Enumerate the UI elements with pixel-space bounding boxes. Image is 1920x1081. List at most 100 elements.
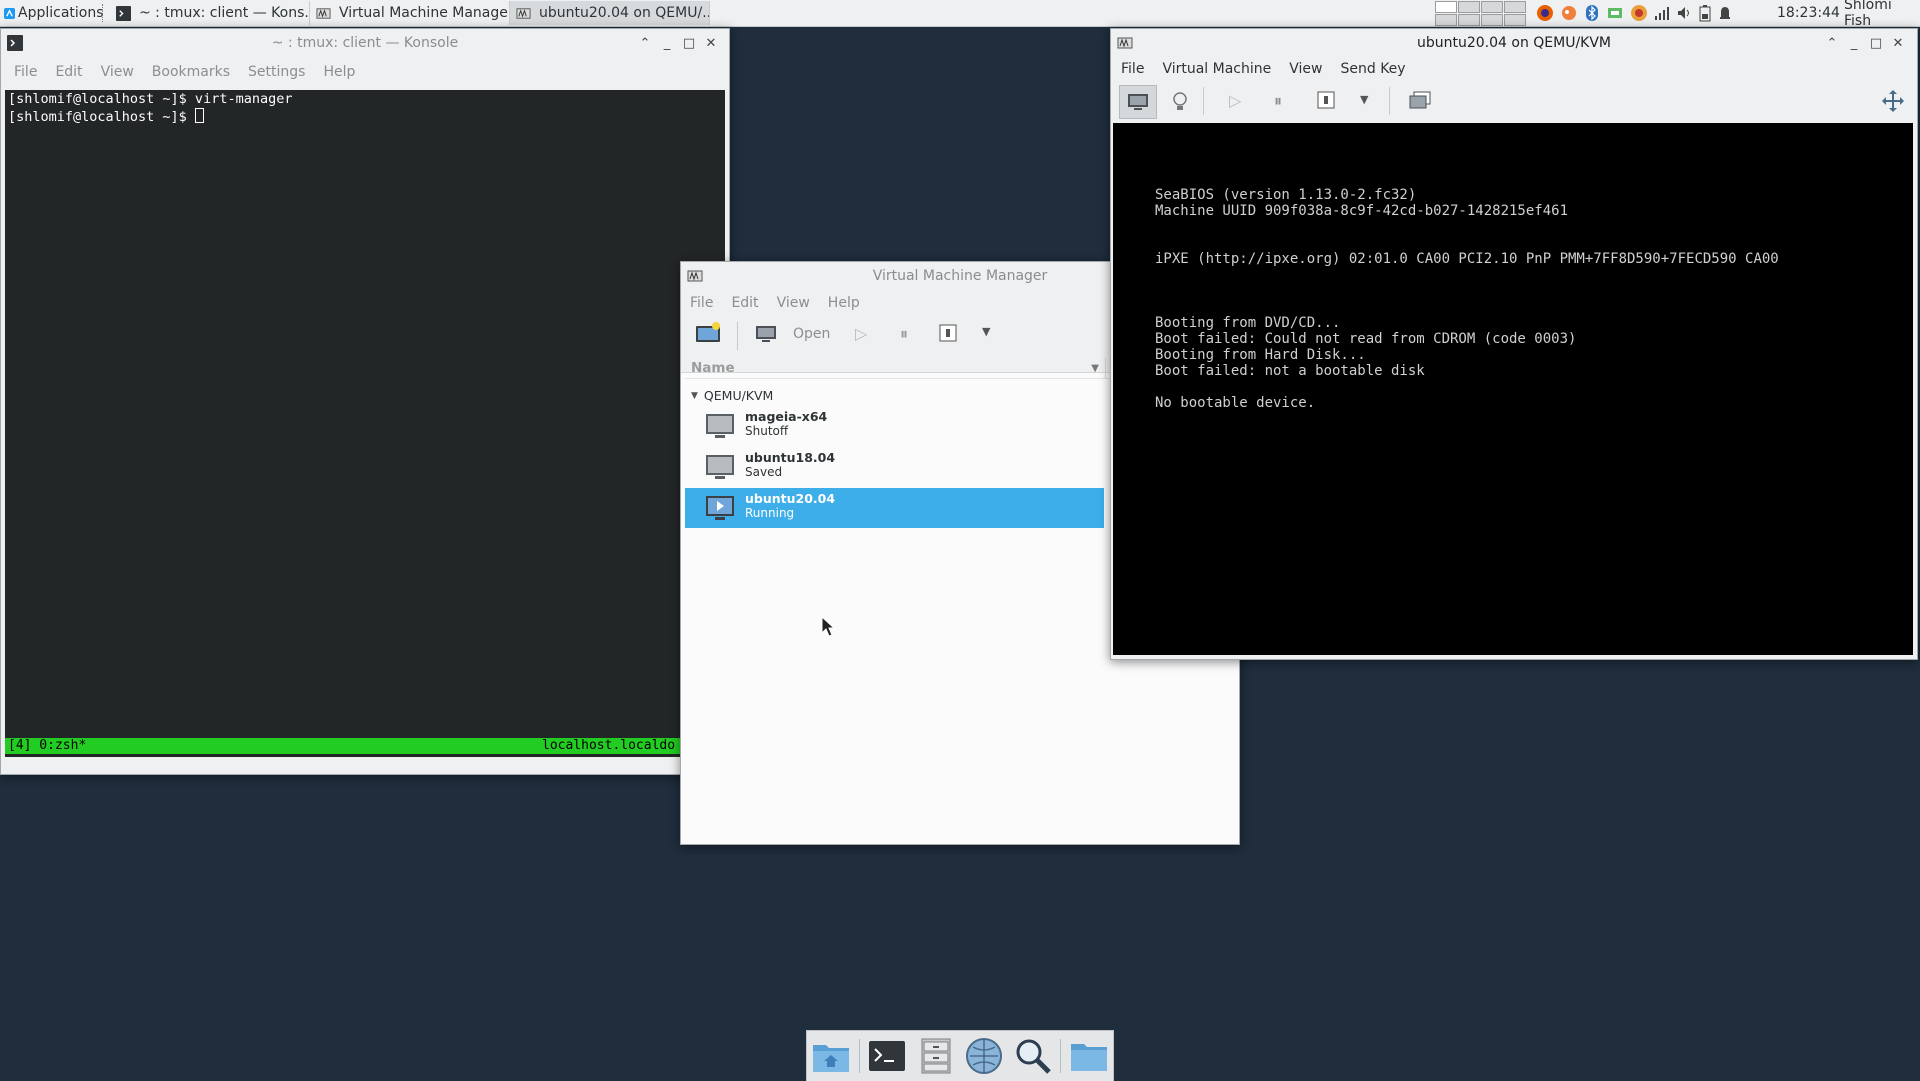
connection-row[interactable]: ▼ QEMU/KVM — [685, 388, 773, 403]
konsole-window-controls: ⌃ _ □ ✕ — [636, 34, 720, 52]
viewer-shutdown-button[interactable] — [1316, 90, 1336, 114]
viewer-menu-send-key[interactable]: Send Key — [1331, 61, 1414, 77]
shutdown-icon — [1317, 91, 1335, 109]
new-vm-button[interactable] — [695, 322, 721, 346]
update-notifier-icon[interactable] — [1630, 4, 1648, 22]
fullscreen-button[interactable] — [1881, 89, 1905, 117]
search-launcher[interactable] — [1012, 1035, 1054, 1077]
vm-name: ubuntu20.04 — [745, 491, 836, 506]
desktop-pager[interactable] — [1434, 0, 1526, 26]
vmm-menu-edit[interactable]: Edit — [722, 295, 767, 311]
task-vm-viewer[interactable]: ubuntu20.04 on QEMU/... — [510, 1, 710, 25]
signal-strength-icon[interactable] — [1654, 4, 1670, 22]
pager-desktop-7[interactable] — [1481, 14, 1503, 26]
task-virt-manager[interactable]: Virtual Machine Manager — [310, 1, 510, 25]
details-view-button[interactable] — [1171, 91, 1189, 117]
console-line: Machine UUID 909f038a-8c9f-42cd-b027-142… — [1155, 203, 1569, 219]
menu-edit[interactable]: Edit — [46, 64, 91, 80]
pause-icon: ⏸ — [1274, 91, 1283, 110]
vm-row-ubuntu18[interactable]: ubuntu18.04 Saved — [685, 447, 1104, 487]
pager-desktop-1[interactable] — [1435, 1, 1457, 13]
firefox-icon[interactable] — [1536, 4, 1554, 22]
viewer-run-button[interactable]: ▷ — [1229, 91, 1241, 110]
viewer-pause-button[interactable]: ⏸ — [1274, 91, 1282, 111]
viewer-menu-file[interactable]: File — [1112, 61, 1153, 77]
vm-state: Saved — [745, 465, 783, 479]
pager-desktop-3[interactable] — [1481, 1, 1503, 13]
prompt-text: [shlomif@localhost ~]$ — [8, 109, 195, 125]
minimize-icon[interactable]: _ — [658, 34, 676, 52]
folder-launcher[interactable] — [1068, 1035, 1110, 1077]
home-folder-launcher[interactable] — [810, 1035, 852, 1077]
shutdown-menu-dropdown[interactable]: ▼ — [982, 325, 990, 338]
volume-icon[interactable] — [1676, 4, 1692, 22]
pager-desktop-2[interactable] — [1458, 1, 1480, 13]
close-icon[interactable]: ✕ — [702, 34, 720, 52]
clementine-icon[interactable] — [1560, 4, 1578, 22]
snapshots-button[interactable] — [1409, 91, 1431, 115]
applications-label: Applications — [18, 5, 104, 21]
terminal-area[interactable]: [shlomif@localhost ~]$ virt-manager [shl… — [5, 90, 725, 757]
file-cabinet-icon — [921, 1038, 951, 1074]
network-icon[interactable] — [1606, 4, 1624, 22]
menu-settings[interactable]: Settings — [239, 64, 314, 80]
viewer-shutdown-dropdown[interactable]: ▼ — [1360, 93, 1368, 106]
terminal-icon — [869, 1041, 906, 1071]
konsole-titlebar[interactable]: ~ : tmux: client — Konsole ⌃ _ □ ✕ — [1, 29, 729, 57]
pager-desktop-8[interactable] — [1504, 14, 1526, 26]
run-button[interactable]: ▷ — [855, 324, 867, 343]
expand-arrow-icon[interactable]: ▼ — [691, 391, 698, 401]
console-line: iPXE (http://ipxe.org) 02:01.0 CA00 PCI2… — [1155, 251, 1779, 267]
file-cabinet-launcher[interactable] — [915, 1035, 957, 1077]
user-name[interactable]: Shlomi Fish — [1844, 0, 1920, 29]
terminal-launcher[interactable] — [866, 1035, 908, 1077]
vmm-menu-file[interactable]: File — [681, 295, 722, 311]
column-name-header[interactable]: Name — [685, 360, 1091, 376]
bluetooth-icon[interactable] — [1584, 4, 1600, 22]
pager-desktop-4[interactable] — [1504, 1, 1526, 13]
pager-desktop-5[interactable] — [1435, 14, 1457, 26]
minimize-icon[interactable]: _ — [1845, 34, 1863, 52]
web-browser-launcher[interactable] — [963, 1035, 1005, 1077]
panel-separator — [102, 4, 107, 22]
vmm-menu-help[interactable]: Help — [819, 295, 869, 311]
play-icon: ▷ — [1229, 91, 1242, 110]
viewer-menu-virtual-machine[interactable]: Virtual Machine — [1153, 61, 1280, 77]
dock-separator — [858, 1039, 860, 1073]
dropdown-arrow-icon: ▼ — [1360, 93, 1369, 106]
maximize-icon[interactable]: □ — [1867, 34, 1885, 52]
sort-arrow-icon[interactable]: ▼ — [1091, 363, 1099, 374]
vm-list-header: Name ▼ — [685, 358, 1111, 379]
vmm-menu-view[interactable]: View — [768, 295, 819, 311]
toolbar-separator — [1203, 87, 1204, 115]
virt-manager-icon — [316, 7, 331, 19]
menu-bookmarks[interactable]: Bookmarks — [143, 64, 239, 80]
maximize-icon[interactable]: □ — [680, 34, 698, 52]
viewer-title: ubuntu20.04 on QEMU/KVM — [1416, 35, 1612, 51]
console-line: Boot failed: not a bootable disk — [1155, 363, 1425, 379]
menu-view[interactable]: View — [92, 64, 143, 80]
pager-desktop-6[interactable] — [1458, 14, 1480, 26]
shutdown-button[interactable] — [938, 323, 958, 343]
keep-above-icon[interactable]: ⌃ — [636, 34, 654, 52]
battery-icon[interactable] — [1698, 4, 1712, 22]
notifications-icon[interactable] — [1718, 4, 1732, 22]
task-konsole[interactable]: ~ : tmux: client — Kons... — [110, 1, 310, 25]
console-view-button[interactable] — [1119, 85, 1157, 119]
vm-row-ubuntu20-selected[interactable]: ubuntu20.04 Running — [685, 488, 1104, 528]
clock[interactable]: 18:23:44 — [1777, 0, 1840, 26]
applications-menu[interactable]: Applications — [0, 0, 108, 26]
keep-above-icon[interactable]: ⌃ — [1823, 34, 1841, 52]
menu-file[interactable]: File — [5, 64, 46, 80]
vm-row-mageia[interactable]: mageia-x64 Shutoff — [685, 406, 1104, 446]
close-icon[interactable]: ✕ — [1889, 34, 1907, 52]
pause-button[interactable]: ⏸ — [900, 324, 908, 344]
viewer-menu-view[interactable]: View — [1280, 61, 1331, 77]
open-label: Open — [793, 326, 831, 342]
viewer-titlebar[interactable]: ubuntu20.04 on QEMU/KVM ⌃ _ □ ✕ — [1111, 29, 1917, 57]
vm-console-screen[interactable]: SeaBIOS (version 1.13.0-2.fc32) Machine … — [1113, 123, 1913, 655]
vm-running-icon — [706, 496, 734, 520]
vmm-title: Virtual Machine Manager — [872, 268, 1048, 284]
menu-help[interactable]: Help — [314, 64, 364, 80]
open-button[interactable]: Open — [755, 324, 830, 344]
